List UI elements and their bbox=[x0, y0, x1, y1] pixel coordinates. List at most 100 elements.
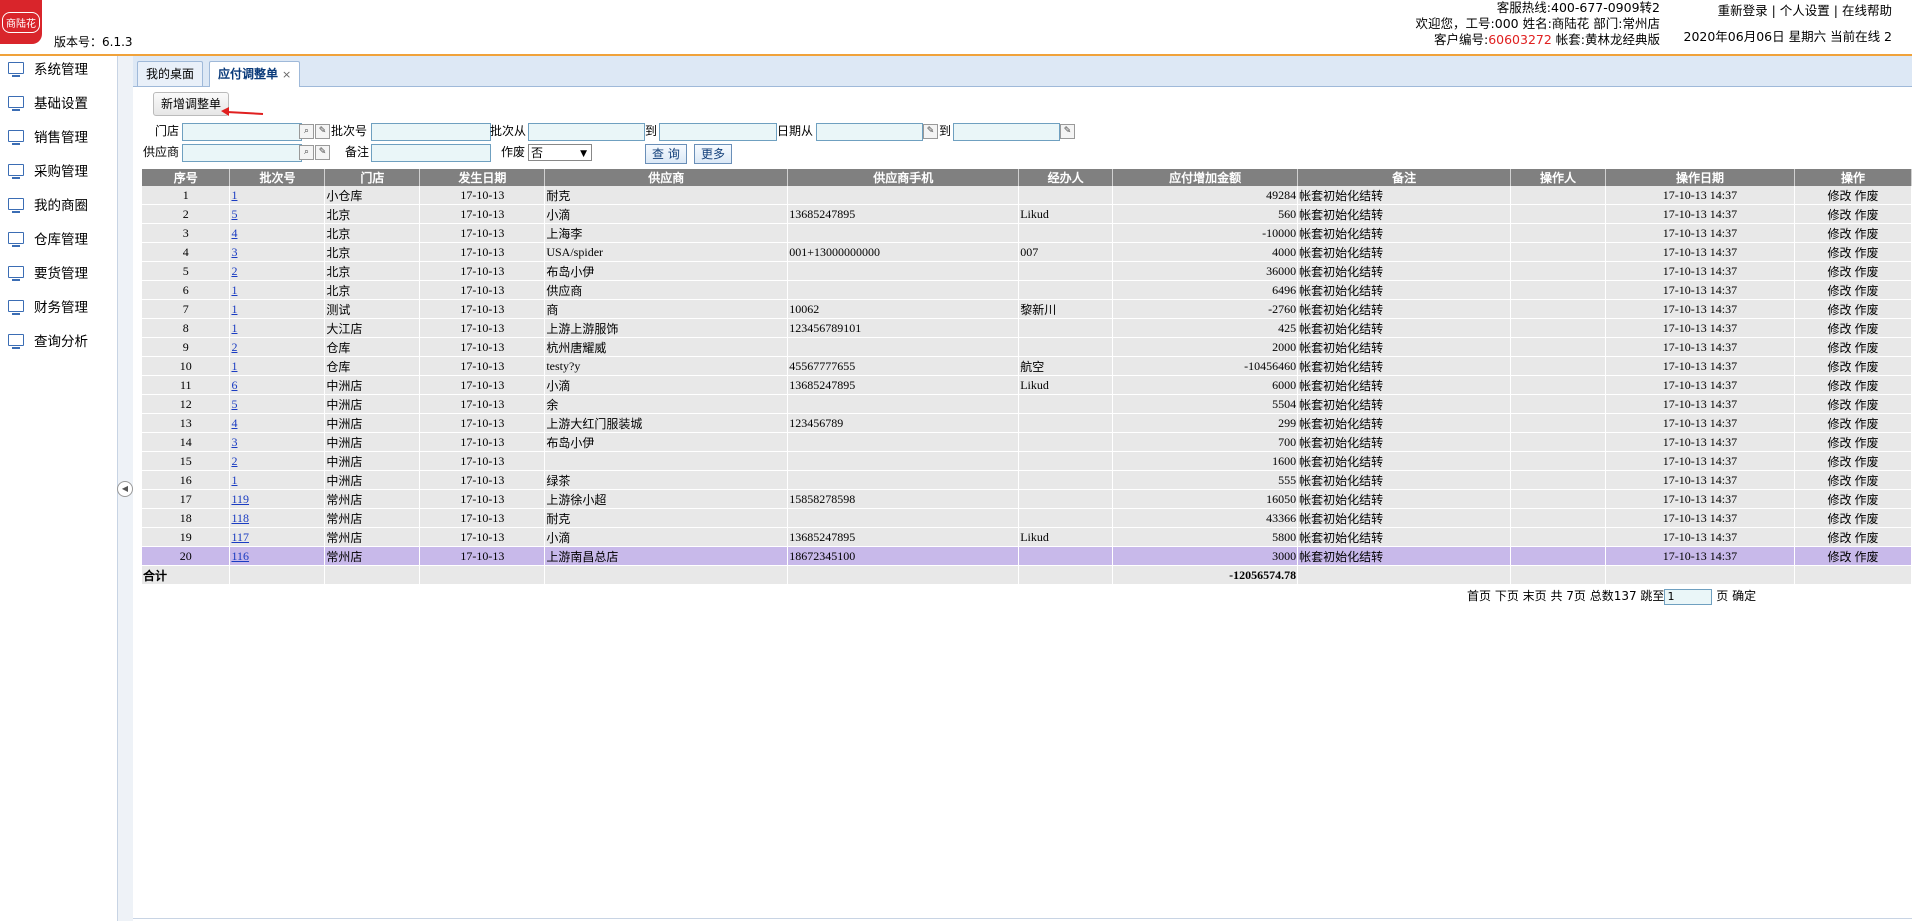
edit-link[interactable]: 修改 bbox=[1827, 512, 1851, 526]
edit-link[interactable]: 修改 bbox=[1827, 341, 1851, 355]
table-row[interactable]: 7 1 测试 17-10-13 商 10062 黎新川 -2760 帐套初始化结转 17-10-1… bbox=[142, 299, 1912, 319]
table-row[interactable]: 16 1 中洲店 17-10-13 绿茶 555 帐套初始化结转 17-10-13 14:37… bbox=[142, 470, 1912, 490]
more-button[interactable]: 更多 bbox=[694, 144, 733, 164]
table-row[interactable]: 2 5 北京 17-10-13 小滴 13685247895 Likud 560 帐套初始化结转… bbox=[142, 204, 1912, 224]
table-row[interactable]: 6 1 北京 17-10-13 供应商 6496 帐套初始化结转 17-10-13 14:37… bbox=[142, 280, 1912, 300]
void-link[interactable]: 作废 bbox=[1854, 303, 1878, 317]
void-link[interactable]: 作废 bbox=[1854, 265, 1878, 279]
batch-link[interactable]: 119 bbox=[231, 492, 249, 506]
edit-link[interactable]: 修改 bbox=[1827, 493, 1851, 507]
sidebar-item-5[interactable]: 仓库管理 bbox=[8, 228, 88, 248]
batch-link[interactable]: 4 bbox=[231, 416, 237, 430]
edit-link[interactable]: 修改 bbox=[1827, 417, 1851, 431]
column-header[interactable]: 备注 bbox=[1297, 169, 1512, 186]
batch-link[interactable]: 4 bbox=[231, 226, 237, 240]
date-from-input[interactable] bbox=[816, 123, 923, 141]
column-header[interactable]: 操作日期 bbox=[1605, 169, 1795, 186]
edit-link[interactable]: 修改 bbox=[1827, 360, 1851, 374]
table-row[interactable]: 18 118 常州店 17-10-13 耐克 43366 帐套初始化结转 17-10-13 1… bbox=[142, 508, 1912, 528]
batch-link[interactable]: 116 bbox=[231, 549, 249, 563]
relogin-link[interactable]: 重新登录 bbox=[1718, 3, 1768, 18]
close-tab-icon[interactable]: × bbox=[282, 68, 291, 81]
batch-link[interactable]: 2 bbox=[231, 454, 237, 468]
table-row[interactable]: 11 6 中洲店 17-10-13 小滴 13685247895 Likud 6000 帐套初始… bbox=[142, 375, 1912, 395]
table-row[interactable]: 5 2 北京 17-10-13 布岛小伊 36000 帐套初始化结转 17-10-13 14:… bbox=[142, 261, 1912, 281]
online-help-link[interactable]: 在线帮助 bbox=[1842, 3, 1892, 18]
remark-input[interactable] bbox=[371, 144, 491, 162]
void-link[interactable]: 作废 bbox=[1854, 436, 1878, 450]
batch-link[interactable]: 1 bbox=[231, 359, 237, 373]
query-button[interactable]: 查 询 bbox=[645, 144, 687, 164]
date-picker-icon[interactable]: ✎ bbox=[1060, 124, 1075, 139]
table-row[interactable]: 20 116 常州店 17-10-13 上游南昌总店 18672345100 3000 帐套初… bbox=[142, 546, 1912, 566]
edit-link[interactable]: 修改 bbox=[1827, 379, 1851, 393]
void-link[interactable]: 作废 bbox=[1854, 493, 1878, 507]
batch-link[interactable]: 5 bbox=[231, 207, 237, 221]
edit-link[interactable]: 修改 bbox=[1827, 322, 1851, 336]
void-link[interactable]: 作废 bbox=[1854, 227, 1878, 241]
batch-link[interactable]: 117 bbox=[231, 530, 249, 544]
void-link[interactable]: 作废 bbox=[1854, 246, 1878, 260]
edit-link[interactable]: 修改 bbox=[1827, 227, 1851, 241]
edit-link[interactable]: 修改 bbox=[1827, 246, 1851, 260]
batch-link[interactable]: 118 bbox=[231, 511, 249, 525]
table-row[interactable]: 10 1 仓库 17-10-13 testy?y 45567777655 航空 -104564… bbox=[142, 356, 1912, 376]
batch-link[interactable]: 1 bbox=[231, 302, 237, 316]
table-row[interactable]: 15 2 中洲店 17-10-13 1600 帐套初始化结转 17-10-13 14:37 修… bbox=[142, 451, 1912, 471]
column-header[interactable]: 批次号 bbox=[229, 169, 326, 186]
void-link[interactable]: 作废 bbox=[1854, 322, 1878, 336]
edit-link[interactable]: 修改 bbox=[1827, 474, 1851, 488]
tab-my-desktop[interactable]: 我的桌面 bbox=[137, 61, 204, 86]
table-row[interactable]: 12 5 中洲店 17-10-13 余 5504 帐套初始化结转 17-10-13 14:37… bbox=[142, 394, 1912, 414]
void-link[interactable]: 作废 bbox=[1854, 341, 1878, 355]
table-row[interactable]: 13 4 中洲店 17-10-13 上游大红门服装城 123456789 299 帐套初始化结… bbox=[142, 413, 1912, 433]
column-header[interactable]: 供应商 bbox=[544, 169, 789, 186]
search-icon[interactable]: ⌕ bbox=[299, 124, 314, 139]
sidebar-item-8[interactable]: 查询分析 bbox=[8, 330, 88, 350]
void-link[interactable]: 作废 bbox=[1854, 398, 1878, 412]
void-link[interactable]: 作废 bbox=[1854, 474, 1878, 488]
column-header[interactable]: 操作 bbox=[1794, 169, 1912, 186]
edit-link[interactable]: 修改 bbox=[1827, 284, 1851, 298]
batch-link[interactable]: 6 bbox=[231, 378, 237, 392]
table-row[interactable]: 3 4 北京 17-10-13 上海李 -10000 帐套初始化结转 17-10-13 14:… bbox=[142, 223, 1912, 243]
supplier-input[interactable] bbox=[182, 144, 302, 162]
void-link[interactable]: 作废 bbox=[1854, 208, 1878, 222]
sidebar-item-6[interactable]: 要货管理 bbox=[8, 262, 88, 282]
sidebar-item-7[interactable]: 财务管理 bbox=[8, 296, 88, 316]
void-select[interactable]: 否 ▼ bbox=[528, 144, 592, 161]
edit-link[interactable]: 修改 bbox=[1827, 455, 1851, 469]
batch-input[interactable] bbox=[371, 123, 491, 141]
sidebar-item-3[interactable]: 采购管理 bbox=[8, 160, 88, 180]
sidebar-item-2[interactable]: 销售管理 bbox=[8, 126, 88, 146]
store-input[interactable] bbox=[182, 123, 302, 141]
tab-payable-adjustment[interactable]: 应付调整单 × bbox=[209, 61, 301, 87]
batch-link[interactable]: 2 bbox=[231, 340, 237, 354]
column-header[interactable]: 操作人 bbox=[1510, 169, 1606, 186]
table-row[interactable]: 17 119 常州店 17-10-13 上游徐小超 15858278598 16050 帐套初… bbox=[142, 489, 1912, 509]
column-header[interactable]: 发生日期 bbox=[419, 169, 546, 186]
edit-link[interactable]: 修改 bbox=[1827, 208, 1851, 222]
column-header[interactable]: 序号 bbox=[142, 169, 231, 186]
batch-link[interactable]: 3 bbox=[231, 435, 237, 449]
edit-link[interactable]: 修改 bbox=[1827, 265, 1851, 279]
table-row[interactable]: 4 3 北京 17-10-13 USA/spider 001+13000000000 007… bbox=[142, 242, 1912, 262]
personal-settings-link[interactable]: 个人设置 bbox=[1780, 3, 1830, 18]
table-row[interactable]: 19 117 常州店 17-10-13 小滴 13685247895 Likud 5800 帐套… bbox=[142, 527, 1912, 547]
table-row[interactable]: 1 1 小仓库 17-10-13 耐克 49284 帐套初始化结转 17-10-13 14:3… bbox=[142, 186, 1912, 205]
edit-link[interactable]: 修改 bbox=[1827, 398, 1851, 412]
table-row[interactable]: 9 2 仓库 17-10-13 杭州唐耀威 2000 帐套初始化结转 17-10-13 14:… bbox=[142, 337, 1912, 357]
batch-link[interactable]: 5 bbox=[231, 397, 237, 411]
sidebar-item-0[interactable]: 系统管理 bbox=[8, 58, 88, 78]
column-header[interactable]: 经办人 bbox=[1018, 169, 1114, 186]
table-row[interactable]: 8 1 大江店 17-10-13 上游上游服饰 123456789101 425 帐套初始化结… bbox=[142, 318, 1912, 338]
sidebar-item-1[interactable]: 基础设置 bbox=[8, 92, 88, 112]
edit-link[interactable]: 修改 bbox=[1827, 531, 1851, 545]
search-icon[interactable]: ⌕ bbox=[299, 145, 314, 160]
void-link[interactable]: 作废 bbox=[1854, 455, 1878, 469]
column-header[interactable]: 供应商手机 bbox=[787, 169, 1020, 186]
void-link[interactable]: 作废 bbox=[1854, 550, 1878, 564]
edit-pencil-icon[interactable]: ✎ bbox=[315, 145, 330, 160]
edit-link[interactable]: 修改 bbox=[1827, 189, 1851, 203]
void-link[interactable]: 作废 bbox=[1854, 531, 1878, 545]
